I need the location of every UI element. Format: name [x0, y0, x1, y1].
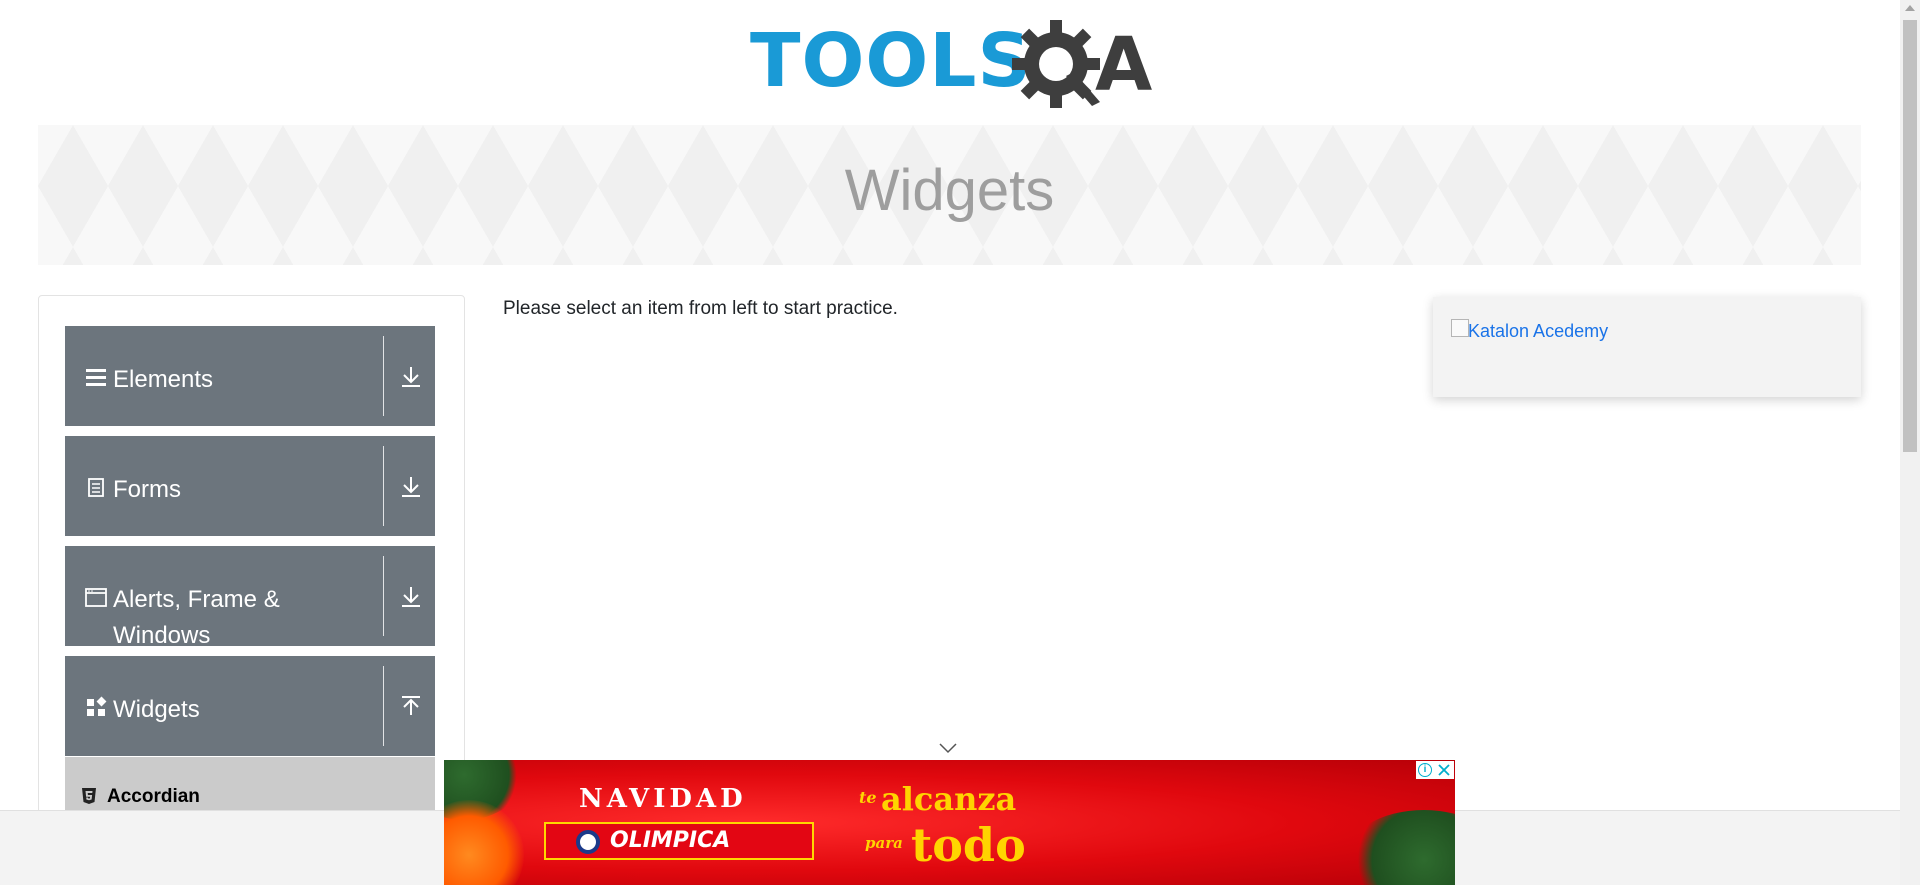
logo-text: TOOLS	[750, 18, 1032, 104]
scroll-up-arrow-icon[interactable]	[1905, 5, 1915, 11]
toolsqa-logo[interactable]: TOOLS A	[750, 18, 1154, 116]
instruction-text: Please select an item from left to start…	[503, 298, 898, 319]
ad-info-icon[interactable]: i	[1418, 763, 1432, 777]
group-alerts-label: Alerts, Frame & Windows	[113, 586, 280, 649]
slogan-alcanza: alcanza	[881, 780, 1017, 818]
katalon-ad-link[interactable]: Katalon Acedemy	[1468, 321, 1608, 342]
document-icon	[88, 478, 104, 497]
brand-logo-icon	[576, 830, 600, 854]
group-elements-label: Elements	[113, 366, 214, 393]
gear-q-icon	[1012, 20, 1100, 108]
sidebar-item-label: Accordian	[107, 786, 200, 807]
page-title: Widgets	[844, 158, 1055, 223]
html5-icon	[82, 788, 96, 804]
window-icon	[85, 588, 107, 607]
olimpica-ad-banner[interactable]: NAVIDAD OLIMPICA te alcanza para todo	[444, 760, 1455, 885]
download-arrow-icon[interactable]	[398, 584, 424, 610]
group-forms[interactable]: Forms	[65, 436, 435, 536]
page-banner: Widgets	[38, 125, 1861, 265]
katalon-ad[interactable]: Katalon Acedemy	[1433, 297, 1861, 397]
ad-slogan: te alcanza para todo	[859, 780, 1059, 872]
logo-a: A	[1095, 22, 1153, 108]
divider	[383, 556, 384, 636]
widgets-icon	[87, 696, 107, 716]
ad-controls: i	[1416, 761, 1454, 779]
download-arrow-icon[interactable]	[398, 364, 424, 390]
ad-headline: NAVIDAD	[579, 784, 747, 814]
group-widgets-label: Widgets	[113, 696, 200, 723]
chevron-down-icon[interactable]	[938, 742, 958, 754]
hamburger-icon	[86, 369, 106, 386]
sidebar-item-accordian[interactable]: Accordian	[65, 757, 435, 817]
group-elements[interactable]: Elements	[65, 326, 435, 426]
divider	[383, 336, 384, 416]
slogan-todo: todo	[911, 818, 1026, 872]
ad-brand-label: OLIMPICA	[610, 828, 731, 853]
divider	[383, 446, 384, 526]
slogan-te: te	[859, 788, 877, 807]
group-widgets[interactable]: Widgets	[65, 656, 435, 756]
decoration-right	[1344, 810, 1455, 885]
scroll-thumb[interactable]	[1903, 20, 1917, 452]
broken-image-icon	[1451, 319, 1469, 337]
left-panel: Elements Forms Alerts, Frame & Windows W…	[38, 295, 465, 885]
group-forms-label: Forms	[113, 476, 181, 503]
ad-brand: OLIMPICA	[544, 822, 814, 860]
vertical-scrollbar[interactable]	[1900, 0, 1920, 885]
download-arrow-icon[interactable]	[398, 474, 424, 500]
close-icon[interactable]	[1436, 762, 1452, 778]
group-alerts-frame-windows[interactable]: Alerts, Frame & Windows	[65, 546, 435, 649]
divider	[383, 666, 384, 746]
slogan-para: para	[865, 834, 903, 852]
upload-arrow-icon[interactable]	[398, 694, 424, 720]
decoration-orange	[444, 800, 524, 885]
